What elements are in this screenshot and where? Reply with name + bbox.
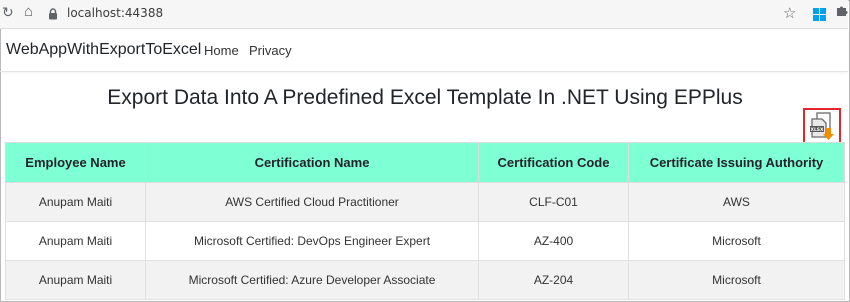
cell-employee-name: Anupam Maiti xyxy=(5,221,146,261)
cell-certification-code: CLF-C01 xyxy=(478,182,629,222)
cell-certification-name: AWS Certified Cloud Practitioner xyxy=(145,182,479,222)
address-bar[interactable]: localhost:44388 xyxy=(67,6,163,20)
browser-toolbar: ↻ ⌂ localhost:44388 ☆ xyxy=(0,0,848,29)
lock-icon[interactable] xyxy=(48,7,58,25)
column-header-certification-code: Certification Code xyxy=(478,142,629,183)
cell-certification-name: Microsoft Certified: DevOps Engineer Exp… xyxy=(145,221,479,261)
nav-link-home[interactable]: Home xyxy=(204,43,239,58)
app-navbar: WebAppWithExportToExcel Home Privacy xyxy=(0,29,848,72)
table-row: Anupam Maiti Microsoft Certified: Azure … xyxy=(5,260,845,300)
cell-employee-name: Anupam Maiti xyxy=(5,260,146,300)
cell-employee-name: Anupam Maiti xyxy=(5,182,146,222)
certification-table: Employee Name Certification Name Certifi… xyxy=(5,142,845,300)
star-icon[interactable]: ☆ xyxy=(783,4,796,22)
table-row: Anupam Maiti Microsoft Certified: DevOps… xyxy=(5,221,845,261)
export-excel-button[interactable]: XLSX xyxy=(803,108,841,145)
extensions-icon[interactable] xyxy=(836,4,849,20)
column-header-issuing-authority: Certificate Issuing Authority xyxy=(628,142,845,183)
navbar-brand[interactable]: WebAppWithExportToExcel xyxy=(6,41,201,59)
nav-link-privacy[interactable]: Privacy xyxy=(249,43,292,58)
xlsx-icon-label: XLSX xyxy=(810,127,824,133)
reload-icon[interactable]: ↻ xyxy=(2,4,14,21)
cell-issuing-authority: Microsoft xyxy=(628,221,845,261)
cell-certification-code: AZ-204 xyxy=(478,260,629,300)
cell-issuing-authority: Microsoft xyxy=(628,260,845,300)
column-header-employee-name: Employee Name xyxy=(5,142,146,183)
home-icon[interactable]: ⌂ xyxy=(24,3,33,20)
page-title: Export Data Into A Predefined Excel Temp… xyxy=(107,86,743,109)
table-header-row: Employee Name Certification Name Certifi… xyxy=(5,142,845,183)
windows-extension-icon[interactable] xyxy=(813,8,826,21)
xlsx-download-icon: XLSX xyxy=(810,112,834,140)
table-row: Anupam Maiti AWS Certified Cloud Practit… xyxy=(5,182,845,222)
cell-issuing-authority: AWS xyxy=(628,182,845,222)
column-header-certification-name: Certification Name xyxy=(145,142,479,183)
cell-certification-code: AZ-400 xyxy=(478,221,629,261)
cell-certification-name: Microsoft Certified: Azure Developer Ass… xyxy=(145,260,479,300)
